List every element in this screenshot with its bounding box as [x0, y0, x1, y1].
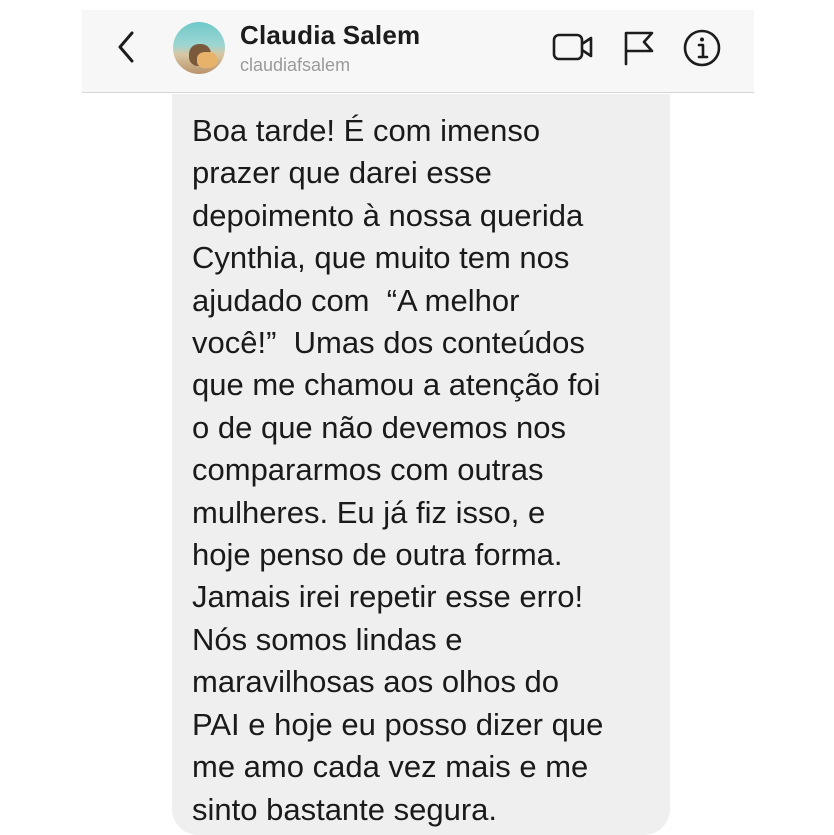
report-flag-button[interactable] — [622, 30, 656, 66]
message-bubble[interactable]: Boa tarde! É com imenso prazer que darei… — [172, 94, 670, 835]
info-icon — [683, 29, 721, 67]
flag-icon — [624, 31, 654, 66]
chevron-left-icon — [118, 31, 134, 63]
back-button[interactable] — [110, 28, 144, 66]
contact-name[interactable]: Claudia Salem — [240, 20, 420, 51]
avatar-photo-detail — [197, 52, 217, 68]
video-camera-icon — [552, 33, 593, 61]
avatar[interactable] — [173, 22, 225, 74]
message-text: Boa tarde! É com imenso prazer que darei… — [192, 113, 604, 827]
info-button[interactable] — [682, 28, 722, 68]
video-call-button[interactable] — [552, 32, 594, 62]
chat-header: Claudia Salem claudiafsalem — [82, 10, 754, 93]
contact-username: claudiafsalem — [240, 55, 351, 75]
